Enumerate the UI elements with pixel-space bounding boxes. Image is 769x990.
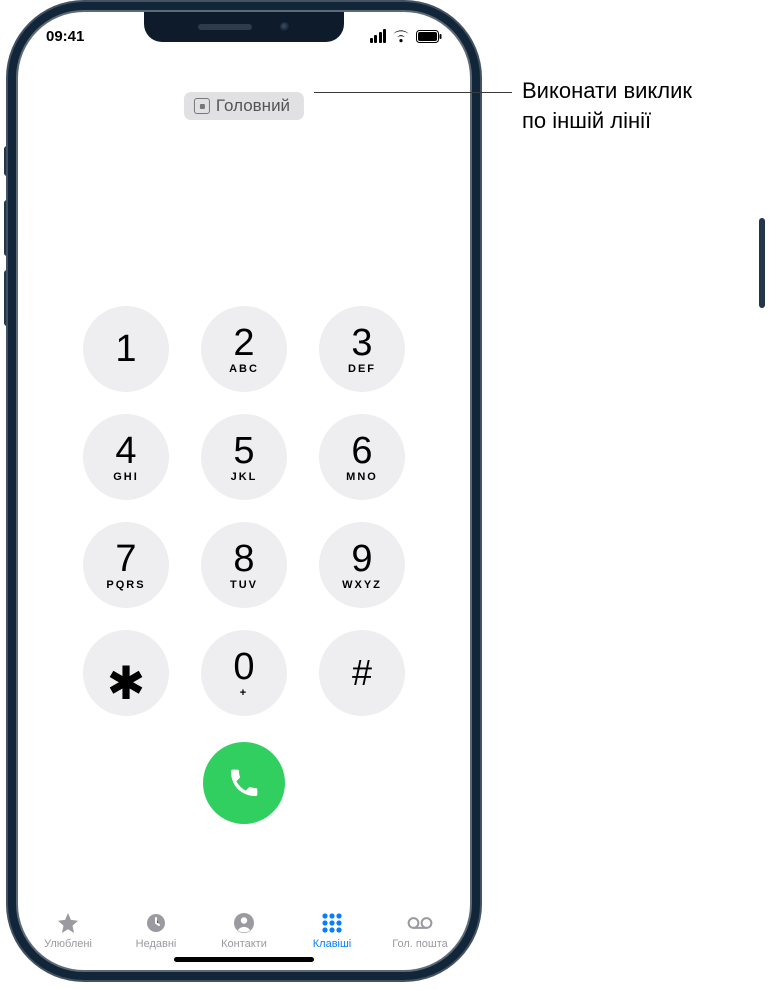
key-sub: GHI: [113, 471, 139, 483]
key-6[interactable]: 6 MNO: [319, 414, 405, 500]
key-digit: 6: [351, 432, 372, 470]
key-sub: ABC: [229, 363, 259, 375]
callout-line-1: Виконати виклик: [522, 78, 692, 103]
key-digit: 7: [115, 540, 136, 578]
key-sub: DEF: [348, 363, 376, 375]
tab-label: Контакти: [221, 938, 267, 950]
key-digit: 8: [233, 540, 254, 578]
status-right: [370, 29, 443, 43]
voicemail-icon: [407, 911, 433, 935]
side-button: [4, 146, 10, 176]
status-time: 09:41: [46, 28, 84, 45]
callout-line-2: по іншій лінії: [522, 108, 651, 133]
key-digit: 0: [233, 648, 254, 686]
key-sub: +: [240, 687, 248, 699]
key-5[interactable]: 5 JKL: [201, 414, 287, 500]
tab-voicemail[interactable]: Гол. пошта: [376, 911, 464, 950]
phone-frame: 09:41 Головний 1 2 ABC 3: [18, 12, 470, 970]
key-sub: TUV: [230, 579, 258, 591]
wifi-icon: [392, 29, 410, 43]
key-7[interactable]: 7 PQRS: [83, 522, 169, 608]
callout-leader-line: [314, 92, 512, 93]
sim-icon: [194, 98, 210, 114]
active-line-pill[interactable]: Головний: [184, 92, 304, 120]
key-1[interactable]: 1: [83, 306, 169, 392]
tab-bar: Улюблені Недавні Контакти Клавіші Гол. п…: [18, 890, 470, 950]
dial-button[interactable]: [203, 742, 285, 824]
side-button: [4, 200, 10, 256]
tab-label: Улюблені: [44, 938, 92, 950]
key-sub: WXYZ: [342, 579, 382, 591]
key-digit: 1: [115, 330, 136, 368]
key-sub: PQRS: [106, 579, 145, 591]
key-asterisk[interactable]: ✱: [83, 630, 169, 716]
status-bar: 09:41: [18, 22, 470, 50]
tab-contacts[interactable]: Контакти: [200, 911, 288, 950]
keypad: 1 2 ABC 3 DEF 4 GHI 5 JKL 6 MNO 7 PQRS 8: [83, 306, 405, 716]
key-digit: ✱: [107, 667, 146, 699]
key-digit: 9: [351, 540, 372, 578]
phone-icon: [227, 766, 261, 800]
key-digit: #: [352, 655, 372, 691]
key-3[interactable]: 3 DEF: [319, 306, 405, 392]
star-icon: [55, 911, 81, 935]
battery-icon: [416, 30, 442, 43]
key-0[interactable]: 0 +: [201, 630, 287, 716]
callout-text: Виконати виклик по іншій лінії: [522, 76, 762, 135]
side-button: [759, 218, 765, 308]
key-8[interactable]: 8 TUV: [201, 522, 287, 608]
tab-keypad[interactable]: Клавіші: [288, 911, 376, 950]
key-9[interactable]: 9 WXYZ: [319, 522, 405, 608]
tab-label: Недавні: [136, 938, 177, 950]
active-line-label: Головний: [216, 96, 290, 116]
key-digit: 3: [351, 324, 372, 362]
key-sub: MNO: [346, 471, 378, 483]
key-digit: 5: [233, 432, 254, 470]
key-digit: 2: [233, 324, 254, 362]
tab-recents[interactable]: Недавні: [112, 911, 200, 950]
tab-favorites[interactable]: Улюблені: [24, 911, 112, 950]
key-4[interactable]: 4 GHI: [83, 414, 169, 500]
side-button: [4, 270, 10, 326]
person-icon: [231, 911, 257, 935]
key-digit: 4: [115, 432, 136, 470]
cellular-icon: [370, 29, 387, 43]
keypad-icon: [319, 911, 345, 935]
key-hash[interactable]: #: [319, 630, 405, 716]
clock-icon: [143, 911, 169, 935]
tab-label: Гол. пошта: [392, 938, 448, 950]
key-sub: JKL: [231, 471, 258, 483]
home-indicator: [174, 957, 314, 962]
tab-label: Клавіші: [313, 938, 352, 950]
key-2[interactable]: 2 ABC: [201, 306, 287, 392]
